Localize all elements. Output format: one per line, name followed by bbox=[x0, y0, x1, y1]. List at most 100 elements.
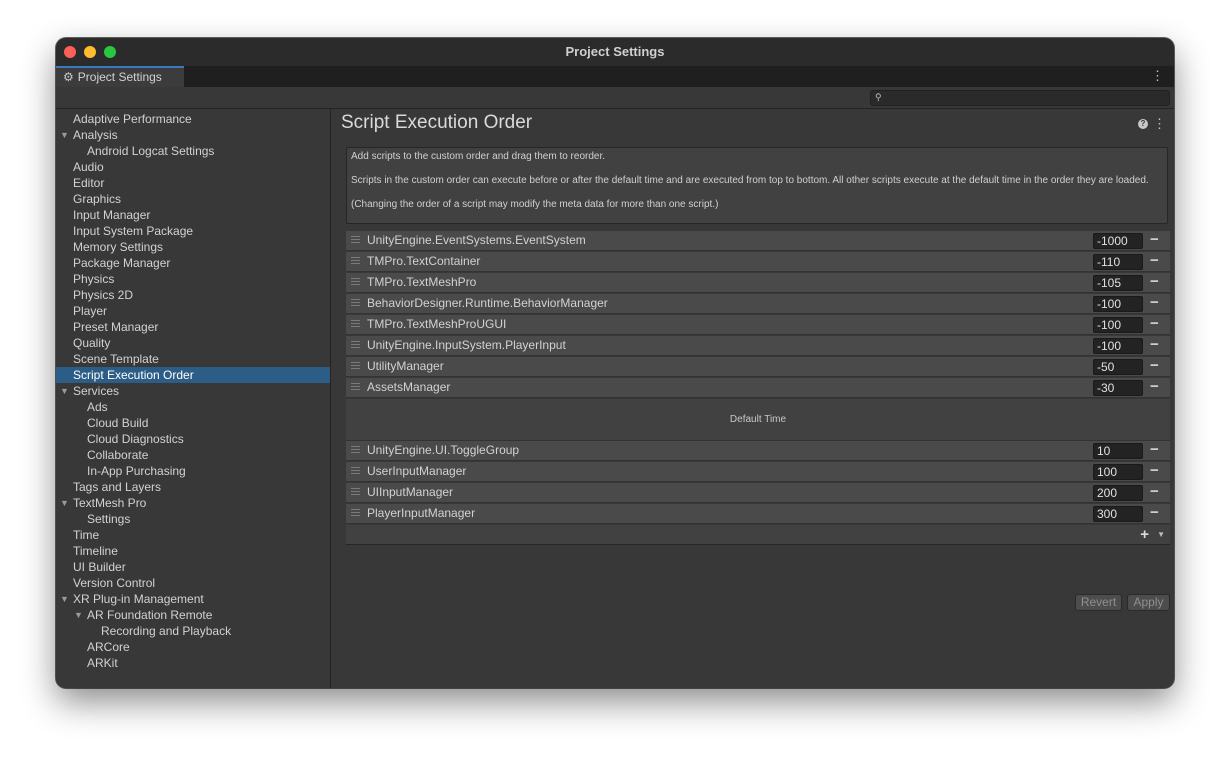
drag-handle-icon[interactable] bbox=[351, 467, 360, 475]
sidebar-item[interactable]: Tags and Layers bbox=[56, 479, 330, 495]
sidebar-item[interactable]: ▼ Analysis bbox=[56, 127, 330, 143]
search-input[interactable]: ⚲ bbox=[870, 90, 1170, 106]
execution-order-field[interactable]: -30 bbox=[1093, 380, 1143, 396]
sidebar-item[interactable]: Cloud Diagnostics bbox=[56, 431, 330, 447]
drag-handle-icon[interactable] bbox=[351, 362, 360, 370]
script-row[interactable]: AssetsManager -30− bbox=[346, 378, 1170, 398]
sidebar-item[interactable]: Timeline bbox=[56, 543, 330, 559]
sidebar-item[interactable]: Input Manager bbox=[56, 207, 330, 223]
remove-script-button[interactable]: − bbox=[1150, 461, 1159, 480]
remove-script-button[interactable]: − bbox=[1150, 356, 1159, 375]
sidebar-item[interactable]: ▼ Services bbox=[56, 383, 330, 399]
sidebar-item[interactable]: Preset Manager bbox=[56, 319, 330, 335]
apply-button[interactable]: Apply bbox=[1127, 594, 1170, 611]
execution-order-field[interactable]: -100 bbox=[1093, 296, 1143, 312]
drag-handle-icon[interactable] bbox=[351, 320, 360, 328]
drag-handle-icon[interactable] bbox=[351, 341, 360, 349]
sidebar-item[interactable]: ▼ XR Plug-in Management bbox=[56, 591, 330, 607]
sidebar-item[interactable]: ▼ TextMesh Pro bbox=[56, 495, 330, 511]
script-row[interactable]: UserInputManager 100− bbox=[346, 462, 1170, 482]
remove-script-button[interactable]: − bbox=[1150, 377, 1159, 396]
remove-script-button[interactable]: − bbox=[1150, 503, 1159, 522]
execution-order-field[interactable]: -100 bbox=[1093, 317, 1143, 333]
maximize-window-button[interactable] bbox=[104, 46, 116, 58]
minimize-window-button[interactable] bbox=[84, 46, 96, 58]
add-script-button[interactable]: + bbox=[1140, 525, 1149, 544]
execution-order-field[interactable]: -105 bbox=[1093, 275, 1143, 291]
sidebar-item[interactable]: In-App Purchasing bbox=[56, 463, 330, 479]
sidebar-item[interactable]: Script Execution Order bbox=[56, 367, 330, 383]
script-row[interactable]: TMPro.TextMeshPro -105− bbox=[346, 273, 1170, 293]
script-row[interactable]: BehaviorDesigner.Runtime.BehaviorManager… bbox=[346, 294, 1170, 314]
remove-script-button[interactable]: − bbox=[1150, 440, 1159, 459]
sidebar-item[interactable]: Cloud Build bbox=[56, 415, 330, 431]
script-row[interactable]: UnityEngine.InputSystem.PlayerInput -100− bbox=[346, 336, 1170, 356]
expand-caret-icon[interactable]: ▼ bbox=[60, 495, 69, 511]
revert-button[interactable]: Revert bbox=[1075, 594, 1122, 611]
sidebar-item[interactable]: ARCore bbox=[56, 639, 330, 655]
script-row[interactable]: UnityEngine.UI.ToggleGroup 10− bbox=[346, 441, 1170, 461]
remove-script-button[interactable]: − bbox=[1150, 335, 1159, 354]
execution-order-field[interactable]: 300 bbox=[1093, 506, 1143, 522]
drag-handle-icon[interactable] bbox=[351, 278, 360, 286]
sidebar-item[interactable]: Recording and Playback bbox=[56, 623, 330, 639]
remove-script-button[interactable]: − bbox=[1150, 272, 1159, 291]
execution-order-field[interactable]: -50 bbox=[1093, 359, 1143, 375]
sidebar-item[interactable]: Physics 2D bbox=[56, 287, 330, 303]
remove-script-button[interactable]: − bbox=[1150, 482, 1159, 501]
script-row[interactable]: PlayerInputManager 300− bbox=[346, 504, 1170, 524]
expand-caret-icon[interactable]: ▼ bbox=[60, 383, 69, 399]
drag-handle-icon[interactable] bbox=[351, 383, 360, 391]
expand-caret-icon[interactable]: ▼ bbox=[60, 591, 69, 607]
sidebar-item[interactable]: Version Control bbox=[56, 575, 330, 591]
sidebar-item[interactable]: Collaborate bbox=[56, 447, 330, 463]
sidebar-item[interactable]: Adaptive Performance bbox=[56, 111, 330, 127]
sidebar-item[interactable]: Package Manager bbox=[56, 255, 330, 271]
sidebar-item[interactable]: UI Builder bbox=[56, 559, 330, 575]
script-row[interactable]: UtilityManager -50− bbox=[346, 357, 1170, 377]
sidebar-item[interactable]: ARKit bbox=[56, 655, 330, 671]
chevron-down-icon[interactable]: ▼ bbox=[1157, 525, 1165, 544]
drag-handle-icon[interactable] bbox=[351, 299, 360, 307]
execution-order-field[interactable]: 10 bbox=[1093, 443, 1143, 459]
script-row[interactable]: TMPro.TextContainer -110− bbox=[346, 252, 1170, 272]
remove-script-button[interactable]: − bbox=[1150, 230, 1159, 249]
sidebar-item[interactable]: Time bbox=[56, 527, 330, 543]
execution-order-field[interactable]: 200 bbox=[1093, 485, 1143, 501]
sidebar-item[interactable]: Audio bbox=[56, 159, 330, 175]
drag-handle-icon[interactable] bbox=[351, 257, 360, 265]
sidebar-item[interactable]: Memory Settings bbox=[56, 239, 330, 255]
drag-handle-icon[interactable] bbox=[351, 236, 360, 244]
sidebar-item[interactable]: Scene Template bbox=[56, 351, 330, 367]
execution-order-field[interactable]: -100 bbox=[1093, 338, 1143, 354]
execution-order-field[interactable]: -110 bbox=[1093, 254, 1143, 270]
sidebar-item[interactable]: Settings bbox=[56, 511, 330, 527]
close-window-button[interactable] bbox=[64, 46, 76, 58]
expand-caret-icon[interactable]: ▼ bbox=[60, 127, 69, 143]
expand-caret-icon[interactable]: ▼ bbox=[74, 607, 83, 623]
help-icon[interactable]: ? bbox=[1138, 119, 1148, 129]
execution-order-field[interactable]: 100 bbox=[1093, 464, 1143, 480]
sidebar-item[interactable]: Graphics bbox=[56, 191, 330, 207]
sidebar-item[interactable]: Physics bbox=[56, 271, 330, 287]
drag-handle-icon[interactable] bbox=[351, 509, 360, 517]
sidebar-item[interactable]: Player bbox=[56, 303, 330, 319]
sidebar-item[interactable]: Ads bbox=[56, 399, 330, 415]
drag-handle-icon[interactable] bbox=[351, 446, 360, 454]
panel-menu-icon[interactable]: ⋮ bbox=[1153, 116, 1166, 132]
sidebar-item[interactable]: Quality bbox=[56, 335, 330, 351]
sidebar-item[interactable]: Editor bbox=[56, 175, 330, 191]
title-bar[interactable]: Project Settings bbox=[56, 38, 1174, 66]
tab-project-settings[interactable]: ⚙ Project Settings bbox=[56, 66, 184, 87]
window-menu-icon[interactable]: ⋮ bbox=[1151, 67, 1164, 85]
remove-script-button[interactable]: − bbox=[1150, 251, 1159, 270]
script-row[interactable]: TMPro.TextMeshProUGUI -100− bbox=[346, 315, 1170, 335]
drag-handle-icon[interactable] bbox=[351, 488, 360, 496]
remove-script-button[interactable]: − bbox=[1150, 314, 1159, 333]
remove-script-button[interactable]: − bbox=[1150, 293, 1159, 312]
script-row[interactable]: UnityEngine.EventSystems.EventSystem -100… bbox=[346, 231, 1170, 251]
script-row[interactable]: UIInputManager 200− bbox=[346, 483, 1170, 503]
execution-order-field[interactable]: -1000 bbox=[1093, 233, 1143, 249]
sidebar-item[interactable]: ▼ AR Foundation Remote bbox=[56, 607, 330, 623]
sidebar-item[interactable]: Android Logcat Settings bbox=[56, 143, 330, 159]
